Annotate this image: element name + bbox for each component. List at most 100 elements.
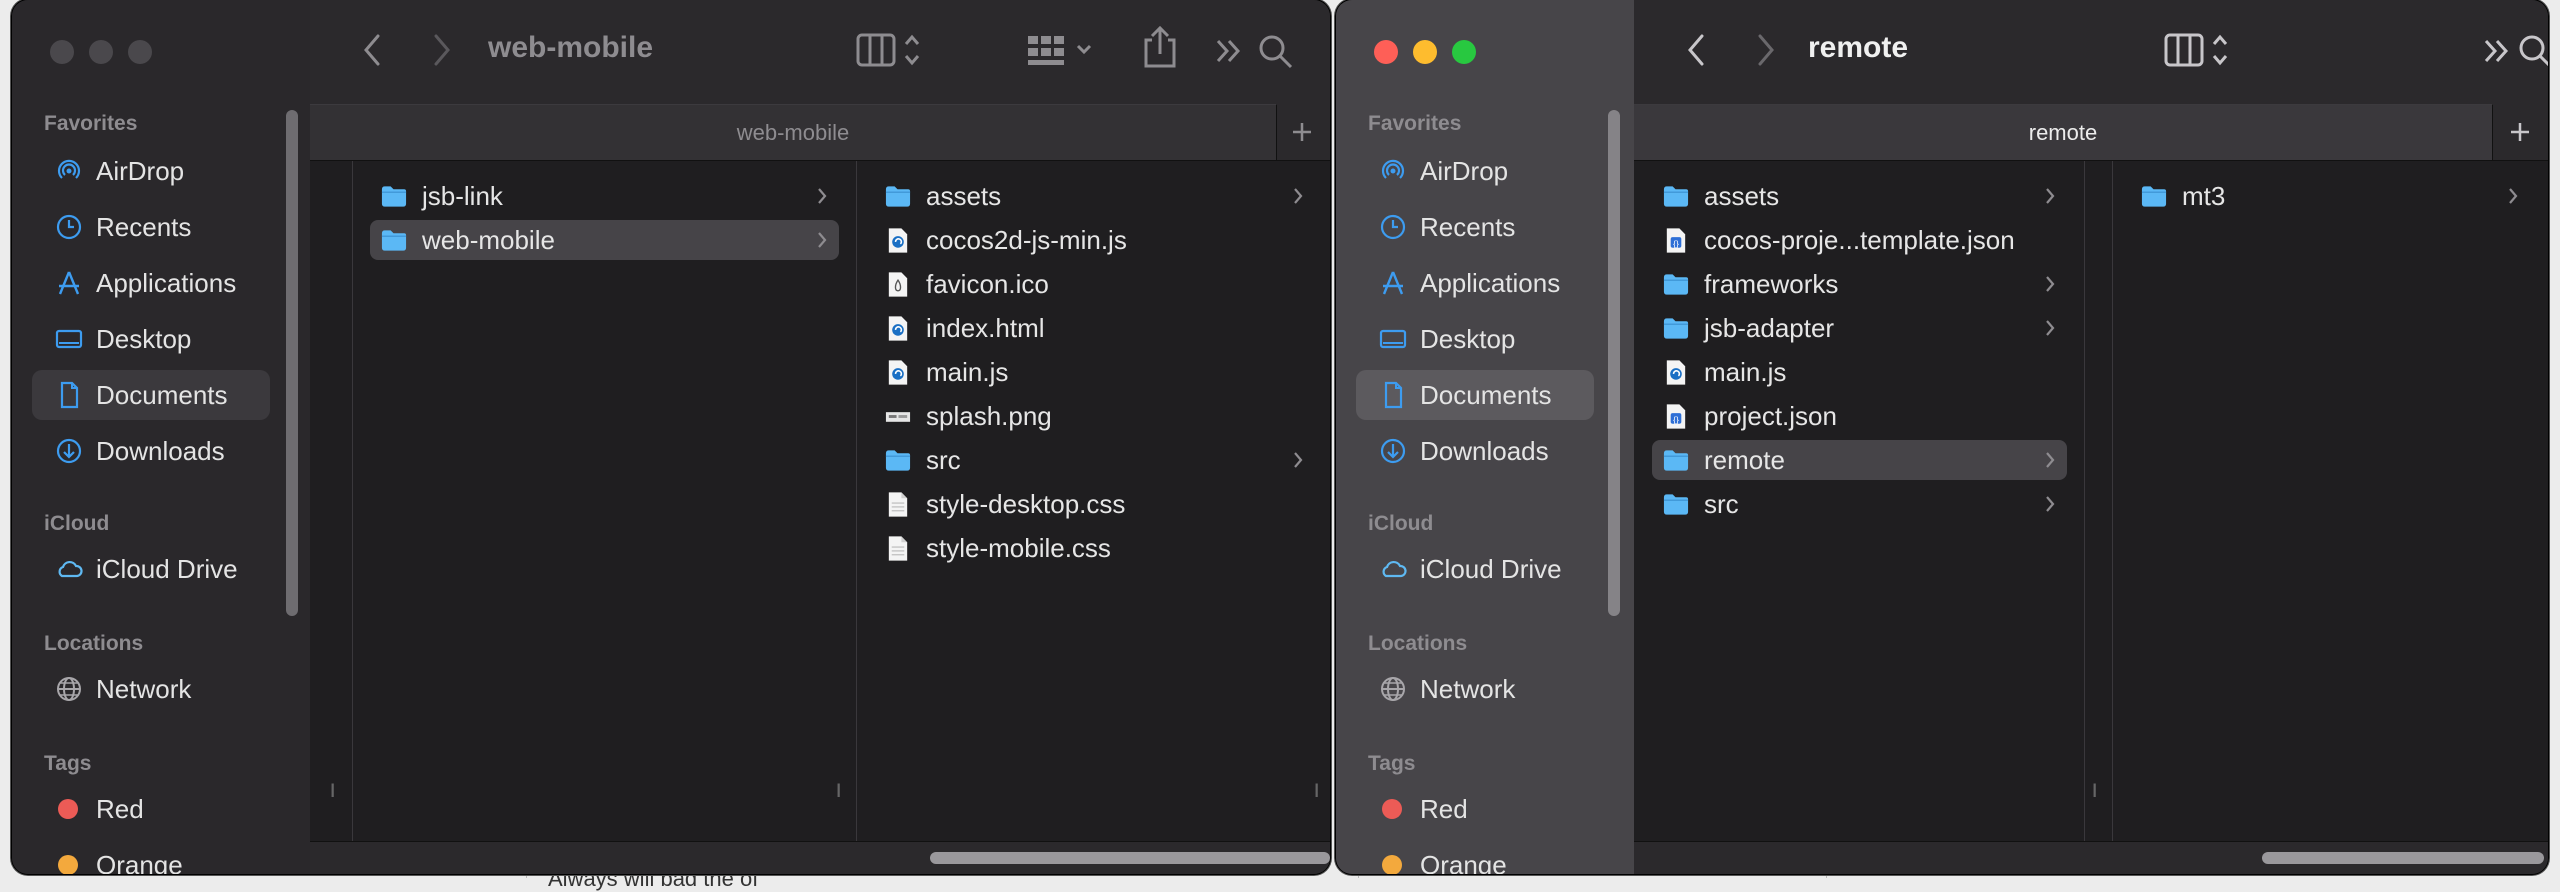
folder-row[interactable]: jsb-adapter <box>1652 308 2067 348</box>
folder-icon <box>2141 185 2167 207</box>
svg-text:{}: {} <box>1673 238 1679 248</box>
column-resize-handle[interactable]: ǀǀ <box>330 781 337 802</box>
column-view-icon[interactable] <box>856 32 926 72</box>
network-icon <box>57 677 81 701</box>
sidebar-item-desktop[interactable]: Desktop <box>1356 314 1594 364</box>
new-tab-button[interactable] <box>2492 104 2548 160</box>
sidebar-item-desktop[interactable]: Desktop <box>32 314 270 364</box>
folder-row[interactable]: assets <box>1652 176 2067 216</box>
sidebar-item-network[interactable]: Network <box>32 664 270 714</box>
applications-icon <box>1382 271 1404 295</box>
folder-row[interactable]: web-mobile <box>370 220 839 260</box>
more-chevrons-icon[interactable] <box>2482 38 2512 64</box>
sidebar-item-airdrop[interactable]: AirDrop <box>1356 146 1594 196</box>
sidebar-item-red[interactable]: Red <box>32 784 270 834</box>
folder-row[interactable]: src <box>874 440 1315 480</box>
file-row[interactable]: style-desktop.css <box>874 484 1315 524</box>
zoom-button[interactable] <box>1452 40 1476 64</box>
sidebar-item-applications[interactable]: Applications <box>1356 258 1594 308</box>
sidebar-item-downloads[interactable]: Downloads <box>32 426 270 476</box>
file-name: assets <box>926 180 1002 211</box>
sidebar-item-orange[interactable]: Orange <box>32 840 270 874</box>
sidebar-item-applications[interactable]: Applications <box>32 258 270 308</box>
close-button[interactable] <box>50 40 74 64</box>
sidebar-item-label: Documents <box>1420 379 1552 410</box>
sidebar-item-airdrop[interactable]: AirDrop <box>32 146 270 196</box>
search-icon[interactable] <box>2518 34 2548 70</box>
chevron-right-icon <box>818 232 827 248</box>
sidebar-item-label: Orange <box>96 849 183 875</box>
applications-icon <box>58 271 80 295</box>
forward-icon[interactable] <box>1754 30 1778 70</box>
folder-icon <box>1663 317 1689 339</box>
column-2: assets cocos2d-js-min.js favicon.ico index.… <box>856 161 1330 842</box>
tags-heading: Tags <box>1368 752 1416 775</box>
zoom-button[interactable] <box>128 40 152 64</box>
forward-icon[interactable] <box>430 30 454 70</box>
folder-row[interactable]: src <box>1652 484 2067 524</box>
column-resize-handle[interactable]: ǀǀ <box>1314 781 1321 802</box>
sidebar-item-icloud-drive[interactable]: iCloud Drive <box>32 544 270 594</box>
desktop-icon <box>55 329 83 349</box>
sidebar-item-network[interactable]: Network <box>1356 664 1594 714</box>
folder-row[interactable]: jsb-link <box>370 176 839 216</box>
file-row[interactable]: {} cocos-proje...template.json <box>1652 220 2067 260</box>
scroll-thumb[interactable] <box>2262 852 2544 864</box>
file-row[interactable]: cocos2d-js-min.js <box>874 220 1315 260</box>
window-title: web-mobile <box>488 31 654 64</box>
back-icon[interactable] <box>1684 30 1708 70</box>
file-row[interactable]: main.js <box>874 352 1315 392</box>
horizontal-scrollbar[interactable] <box>1634 841 2548 874</box>
folder-row[interactable]: remote <box>1652 440 2067 480</box>
column-view-icon[interactable] <box>2164 32 2234 72</box>
document-icon <box>1384 381 1403 409</box>
file-name: main.js <box>926 356 1009 387</box>
share-icon[interactable] <box>1142 24 1178 70</box>
column-1: jsb-link web-mobile ǀǀ <box>352 161 857 842</box>
sidebar-item-red[interactable]: Red <box>1356 784 1594 834</box>
sidebar: Favorites AirDrop Recents Applications Deskt… <box>1336 0 1635 874</box>
close-button[interactable] <box>1374 40 1398 64</box>
sidebar-item-label: Red <box>96 793 144 824</box>
file-name: main.js <box>1704 356 1787 387</box>
sidebar-item-recents[interactable]: Recents <box>32 202 270 252</box>
cloud-icon <box>1382 560 1407 578</box>
chevron-right-icon <box>2046 452 2055 468</box>
back-icon[interactable] <box>360 30 384 70</box>
folder-row[interactable]: assets <box>874 176 1315 216</box>
sidebar-item-documents[interactable]: Documents <box>1356 370 1594 420</box>
sidebar-scrollbar[interactable] <box>1608 110 1620 616</box>
more-chevrons-icon[interactable] <box>1214 38 1244 64</box>
sidebar-item-recents[interactable]: Recents <box>1356 202 1594 252</box>
file-name: mt3 <box>2182 180 2226 211</box>
finder-window-web-mobile: Favorites AirDrop Recents Applications Deskt… <box>12 0 1330 874</box>
tab-web-mobile[interactable]: web-mobile <box>310 104 1277 160</box>
sidebar-item-documents[interactable]: Documents <box>32 370 270 420</box>
minimize-button[interactable] <box>89 40 113 64</box>
column-resize-handle[interactable]: ǀǀ <box>2092 781 2099 802</box>
file-row[interactable]: favicon.ico <box>874 264 1315 304</box>
airdrop-icon <box>1381 159 1405 179</box>
file-row[interactable]: {} project.json <box>1652 396 2067 436</box>
scroll-thumb[interactable] <box>930 852 1330 864</box>
search-icon[interactable] <box>1258 34 1294 70</box>
horizontal-scrollbar[interactable] <box>310 841 1330 874</box>
sidebar-scrollbar[interactable] <box>286 110 298 616</box>
new-tab-button[interactable] <box>1274 104 1330 160</box>
file-row[interactable]: index.html <box>874 308 1315 348</box>
file-name: jsb-adapter <box>1704 312 1835 343</box>
file-row[interactable]: style-mobile.css <box>874 528 1315 568</box>
sidebar-item-icloud-drive[interactable]: iCloud Drive <box>1356 544 1594 594</box>
group-icon[interactable] <box>1026 34 1096 70</box>
tab-remote[interactable]: remote <box>1634 104 2493 160</box>
column-0: ǀǀ <box>310 161 353 842</box>
minimize-button[interactable] <box>1413 40 1437 64</box>
folder-row[interactable]: mt3 <box>2130 176 2530 216</box>
sidebar-item-orange[interactable]: Orange <box>1356 840 1594 874</box>
column-resize-handle[interactable]: ǀǀ <box>836 781 843 802</box>
file-row[interactable]: main.js <box>1652 352 2067 392</box>
sidebar-item-label: Downloads <box>96 435 225 466</box>
folder-row[interactable]: frameworks <box>1652 264 2067 304</box>
file-row[interactable]: splash.png <box>874 396 1315 436</box>
sidebar-item-downloads[interactable]: Downloads <box>1356 426 1594 476</box>
